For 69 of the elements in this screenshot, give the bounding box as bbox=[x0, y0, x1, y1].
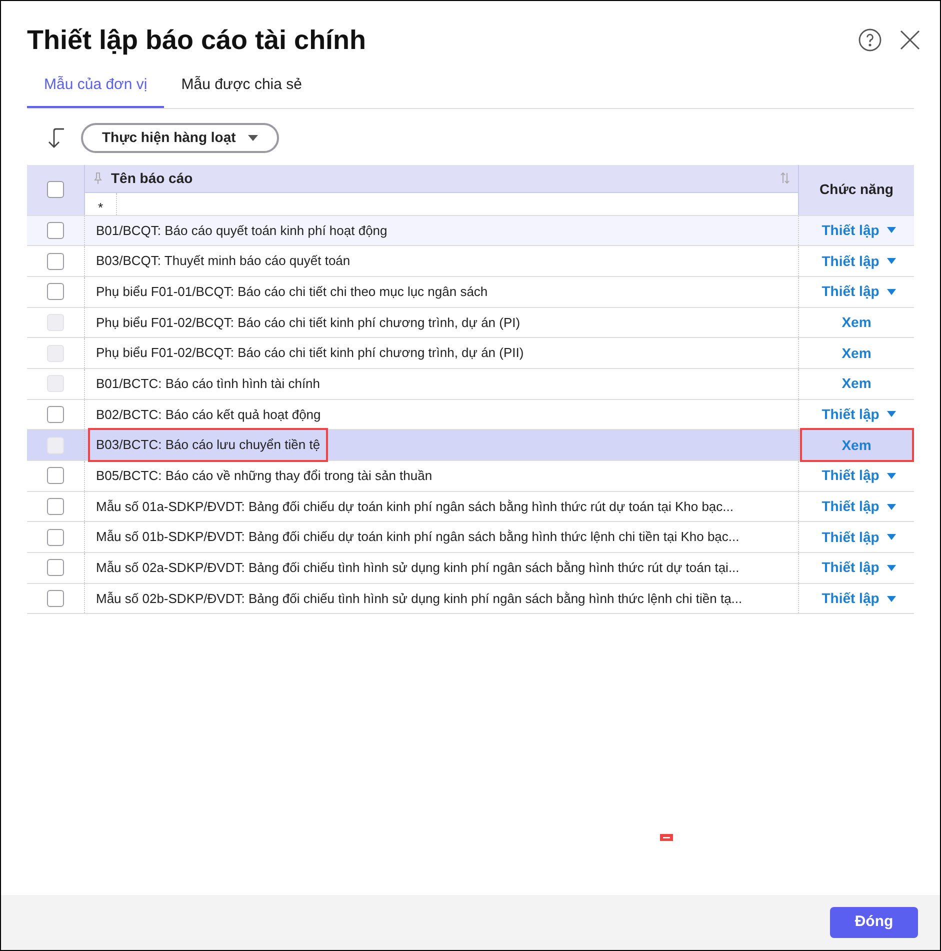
caret-icon bbox=[887, 596, 896, 602]
column-header: Tên báo cáo bbox=[111, 168, 194, 188]
table-row[interactable]: B01/BCTC: Báo cáo tình hình tài chính Xem bbox=[27, 368, 914, 399]
report-name: Mẫu số 02b-SDKP/ĐVDT: Bảng đối chiếu tình hình sử dụng kinh phí ngân sách bằng hình thức lệnh chi tiền tạ... bbox=[95, 590, 744, 608]
caret-icon bbox=[887, 288, 896, 295]
setup-dropdown[interactable]: Thiết lập bbox=[822, 250, 896, 272]
report-name: Mẫu số 01b-SDKP/ĐVDT: Bảng đối chiếu dự toán kinh phí ngân sách bằng hình thức lệnh chi tiền tại Kho bạc... bbox=[95, 528, 740, 546]
table-row[interactable]: Mẫu số 02a-SDKP/ĐVDT: Bảng đối chiếu tình hình sử dụng kinh phí ngân sách bằng hình thức rút dự toán tại... Thiết lập bbox=[27, 552, 914, 583]
report-name: Phụ biểu F01-02/BCQT: Báo cáo chi tiết kinh phí chương trình, dự án (PII) bbox=[95, 344, 525, 362]
table-row[interactable]: Phụ biểu F01-01/BCQT: Báo cáo chi tiết chi theo mục lục ngân sách Thiết lập bbox=[27, 276, 914, 307]
row-checkbox[interactable] bbox=[47, 528, 64, 546]
table-row[interactable]: B02/BCTC: Báo cáo kết quả hoạt động Thiết lập bbox=[27, 398, 914, 430]
help-icon[interactable] bbox=[858, 28, 882, 52]
report-name: B02/BCTC: Báo cáo kết quả hoạt động bbox=[95, 406, 322, 424]
table-row[interactable]: Mẫu số 01b-SDKP/ĐVDT: Bảng đối chiếu dự toán kinh phí ngân sách bằng hình thức lệnh chi tiền tại Kho bạc... Thiết lập bbox=[27, 521, 914, 552]
table-row[interactable]: Mẫu số 02b-SDKP/ĐVDT: Bảng đối chiếu tình hình sử dụng kinh phí ngân sách bằng hình thức lệnh chi tiền tạ... Thiết lập bbox=[27, 582, 914, 614]
table-row[interactable]: B01/BCQT: Báo cáo quyết toán kinh phí hoạt động Thiết lập bbox=[27, 214, 914, 246]
table-row[interactable]: Phụ biểu F01-02/BCQT: Báo cáo chi tiết kinh phí chương trình, dự án (PII) Xem bbox=[27, 337, 914, 368]
table-row[interactable]: Mẫu số 01a-SDKP/ĐVDT: Bảng đối chiếu dự toán kinh phí ngân sách bằng hình thức rút dự toán tại Kho bạc... Thiết lập bbox=[27, 490, 914, 522]
report-name: B01/BCTC: Báo cáo tình hình tài chính bbox=[95, 375, 322, 394]
caret-icon bbox=[887, 504, 896, 510]
tab[interactable]: Mẫu của đơn vị bbox=[27, 70, 164, 108]
report-name: B03/BCTC: Báo cáo lưu chuyển tiền tệ bbox=[90, 430, 326, 460]
tab[interactable]: Mẫu được chia sẻ bbox=[164, 70, 319, 108]
caret-icon bbox=[887, 472, 896, 479]
report-name: B03/BCQT: Thuyết minh báo cáo quyết toán bbox=[95, 252, 352, 270]
report-name: Mẫu số 01a-SDKP/ĐVDT: Bảng đối chiếu dự toán kinh phí ngân sách bằng hình thức rút dự toán tại Kho bạc... bbox=[95, 498, 734, 516]
report-name: Mẫu số 02a-SDKP/ĐVDT: Bảng đối chiếu tình hình sử dụng kinh phí ngân sách bằng hình thức rút dự toán tại... bbox=[95, 559, 740, 578]
row-checkbox[interactable] bbox=[47, 181, 64, 198]
bulk-action-dropdown[interactable]: Thực hiện hàng loạt bbox=[81, 122, 279, 152]
view-link[interactable]: Xem bbox=[838, 338, 876, 368]
table-row[interactable]: Phụ biểu F01-02/BCQT: Báo cáo chi tiết kinh phí chương trình, dự án (PI) Xem bbox=[27, 306, 914, 338]
row-checkbox[interactable] bbox=[47, 498, 64, 516]
row-checkbox[interactable] bbox=[47, 559, 64, 576]
view-link[interactable]: Xem bbox=[838, 368, 876, 399]
caret-icon bbox=[887, 258, 896, 264]
sort-icon[interactable] bbox=[780, 172, 790, 184]
setup-dropdown[interactable]: Thiết lập bbox=[822, 557, 896, 578]
row-checkbox[interactable] bbox=[47, 222, 64, 239]
setup-dropdown[interactable]: Thiết lập bbox=[822, 526, 896, 548]
close-button[interactable]: Đóng bbox=[830, 907, 918, 938]
setup-dropdown[interactable]: Thiết lập bbox=[822, 496, 896, 518]
row-checkbox[interactable] bbox=[47, 252, 64, 270]
window-title: Thiết lập báo cáo tài chính bbox=[27, 24, 366, 57]
caret-icon bbox=[887, 534, 896, 540]
setup-dropdown[interactable]: Thiết lập bbox=[822, 220, 896, 241]
setup-dropdown[interactable]: Thiết lập bbox=[822, 588, 896, 610]
row-checkbox[interactable] bbox=[47, 467, 64, 484]
column-header: Chức năng bbox=[818, 180, 894, 199]
close-icon[interactable] bbox=[900, 30, 920, 50]
row-checkbox[interactable] bbox=[47, 283, 64, 300]
report-name: B01/BCQT: Báo cáo quyết toán kinh phí hoạt động bbox=[95, 222, 388, 240]
setup-dropdown[interactable]: Thiết lập bbox=[822, 404, 896, 425]
caret-icon bbox=[887, 564, 896, 571]
report-name: B05/BCTC: Báo cáo về những thay đổi trong tài sản thuần bbox=[95, 467, 434, 486]
pin-icon[interactable] bbox=[93, 172, 103, 184]
row-checkbox[interactable] bbox=[47, 590, 64, 608]
view-link[interactable]: Xem bbox=[838, 308, 876, 338]
report-name: Phụ biểu F01-01/BCQT: Báo cáo chi tiết chi theo mục lục ngân sách bbox=[95, 282, 489, 301]
table-row[interactable]: B03/BCQT: Thuyết minh báo cáo quyết toán Thiết lập bbox=[27, 245, 914, 276]
caret-icon bbox=[887, 411, 896, 418]
row-checkbox[interactable] bbox=[47, 406, 64, 423]
setup-dropdown[interactable]: Thiết lập bbox=[822, 281, 896, 302]
corner-arrow-icon bbox=[47, 126, 67, 148]
caret-icon bbox=[887, 227, 896, 234]
caret-icon bbox=[248, 134, 258, 140]
report-name: Phụ biểu F01-02/BCQT: Báo cáo chi tiết kinh phí chương trình, dự án (PI) bbox=[95, 314, 522, 332]
setup-dropdown[interactable]: Thiết lập bbox=[822, 465, 896, 486]
minus-icon bbox=[660, 834, 673, 842]
